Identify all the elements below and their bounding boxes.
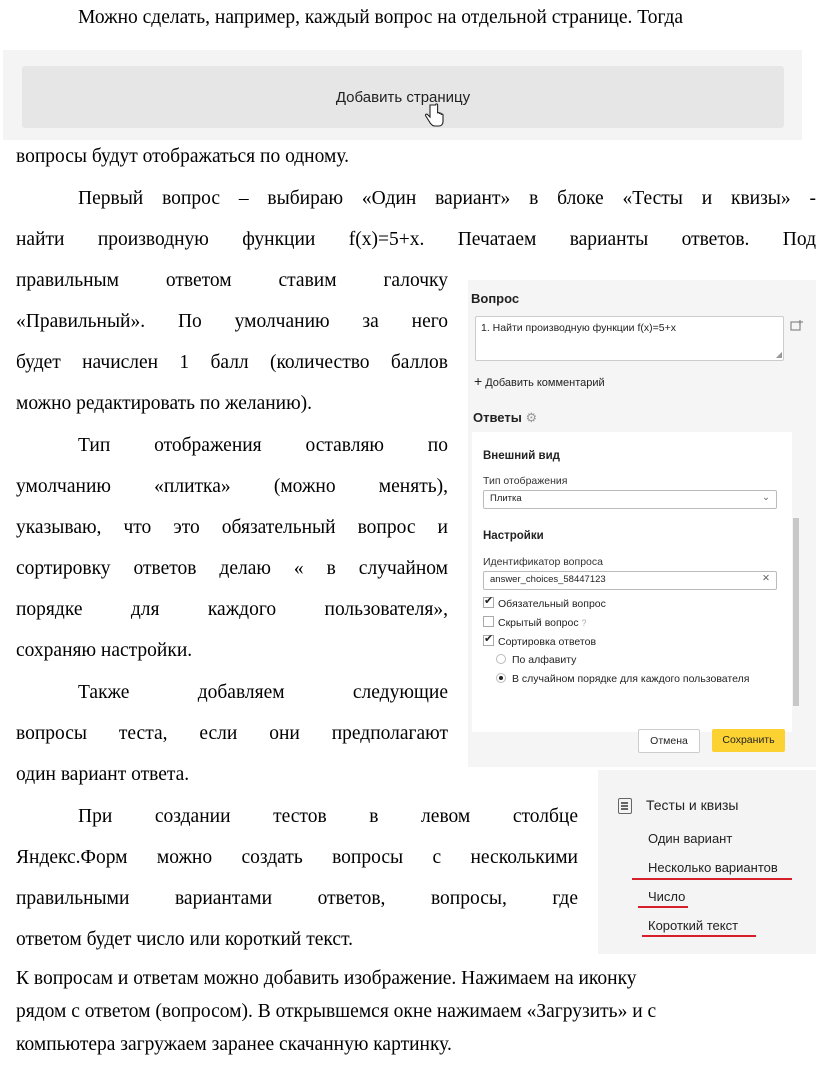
document-list-icon [618,798,632,814]
red-underline [632,878,792,880]
paragraph-question-types: При создании тестов в левом столбце Янде… [16,796,578,960]
menu-item-short-text[interactable]: Короткий текст [648,918,738,933]
answers-heading: Ответы ⚙ [473,410,537,426]
display-type-value: Плитка [490,493,522,504]
question-settings-screenshot: Вопрос 1. Найти производную функции f(x)… [468,280,816,767]
text-line: правильными вариантами ответов, вопросы,… [16,888,578,909]
question-text: 1. Найти производную функции f(x)=5+x [481,322,676,334]
clear-icon[interactable]: ✕ [762,573,770,584]
red-underline [642,935,756,937]
text-line: сохраняю настройки. [16,640,193,661]
hand-pointer-icon [424,103,444,127]
text-line: К вопросам и ответам можно добавить изоб… [16,968,637,989]
text-line: компьютера загружаем заранее скачанную к… [16,1034,452,1055]
help-icon[interactable]: ? [582,618,587,628]
menu-item-multiple-choice[interactable]: Несколько вариантов [648,860,778,875]
sort-random-label: В случайном порядке для каждого пользова… [512,673,750,685]
chevron-down-icon: ⌄ [762,492,770,503]
text-line: Тип отображения оставляю по [78,435,448,456]
appearance-heading: Внешний вид [483,450,560,462]
add-comment-button[interactable]: + Добавить комментарий [474,373,605,389]
text-line: один вариант ответа. [16,764,190,785]
paragraph-intro-line1: Можно сделать, например, каждый вопрос н… [78,0,816,38]
menu-item-number[interactable]: Число [648,889,685,904]
radio-on-icon [496,673,506,683]
text-line: При создании тестов в левом столбце [78,806,578,827]
tests-quizzes-heading: Тесты и квизы [646,797,739,813]
required-label: Обязательный вопрос [498,598,606,610]
display-type-label: Тип отображения [483,475,568,487]
question-id-value: answer_choices_58447123 [490,574,606,585]
resize-handle-icon[interactable]: ◢ [776,351,782,359]
menu-item-single-choice[interactable]: Один вариант [648,831,732,846]
text-line: ответом будет число или короткий текст. [16,929,353,950]
red-underline [638,906,688,908]
settings-heading: Настройки [483,530,544,542]
text-line: вопросы будут отображаться по одному. [16,146,350,167]
add-page-button[interactable]: Добавить страницу [22,66,784,128]
image-upload-icon[interactable] [790,319,804,331]
display-type-select[interactable]: Плитка ⌄ [483,490,777,509]
paragraph-display-type: Тип отображения оставляю по умолчанию «п… [16,425,448,671]
text-line: найти производную функции f(x)=5+x. Печа… [16,229,816,250]
question-id-input[interactable]: answer_choices_58447123 ✕ [483,571,777,590]
text-line: умолчанию «плитка» (можно менять), [16,476,448,497]
question-text-input[interactable]: 1. Найти производную функции f(x)=5+x ◢ [475,316,784,361]
question-heading: Вопрос [471,291,520,306]
checkbox-checked-icon [483,594,494,608]
sort-alpha-label: По алфавиту [512,654,577,666]
text-line: сортировку ответов делаю « в случайном [16,558,448,579]
sort-random-radio[interactable]: В случайном порядке для каждого пользова… [496,673,749,685]
plus-icon: + [474,373,483,389]
add-comment-label: Добавить комментарий [485,377,605,389]
sort-label: Сортировка ответов [498,636,597,648]
text-line: вопросы теста, если они предполагают [16,723,448,744]
answer-settings-panel: Внешний вид Тип отображения Плитка ⌄ Нас… [472,432,792,732]
required-checkbox[interactable]: Обязательный вопрос [483,594,606,610]
text-line: Можно сделать, например, каждый вопрос н… [78,7,684,28]
hidden-label: Скрытый вопрос [498,617,579,629]
radio-off-icon [496,654,506,664]
text-line: правильным ответом ставим галочку [16,270,448,291]
question-id-label: Идентификатор вопроса [483,556,603,568]
answers-label: Ответы [473,410,522,425]
hidden-checkbox[interactable]: Скрытый вопрос ? [483,616,587,629]
paragraph-intro-line2: вопросы будут отображаться по одному. [16,136,806,177]
paragraph-add-questions: Также добавляем следующие вопросы теста,… [16,672,448,795]
text-line: Яндекс.Форм можно создать вопросы с неск… [16,847,578,868]
save-button[interactable]: Сохранить [712,729,785,752]
sort-checkbox[interactable]: Сортировка ответов [483,632,597,648]
text-line: указываю, что это обязательный вопрос и [16,517,448,538]
gear-icon[interactable]: ⚙ [525,410,537,425]
tests-quizzes-screenshot: Тесты и квизы Один вариант Несколько вар… [598,770,816,954]
paragraph-images: К вопросам и ответам можно добавить изоб… [16,962,816,1061]
text-line: порядке для каждого пользователя», [16,599,448,620]
text-line: «Правильный». По умолчанию за него [16,311,448,332]
add-page-label: Добавить страницу [335,89,471,106]
text-line: Также добавляем следующие [78,682,448,703]
checkbox-empty-icon [483,616,494,627]
text-line: будет начислен 1 балл (количество баллов [16,352,448,373]
checkbox-checked-icon [483,632,494,646]
text-line: Первый вопрос – выбираю «Один вариант» в… [78,188,816,209]
cancel-button[interactable]: Отмена [638,729,700,753]
text-line: рядом с ответом (вопросом). В открывшемс… [16,1001,657,1022]
scrollbar[interactable] [793,518,799,706]
sort-alpha-radio[interactable]: По алфавиту [496,654,576,666]
